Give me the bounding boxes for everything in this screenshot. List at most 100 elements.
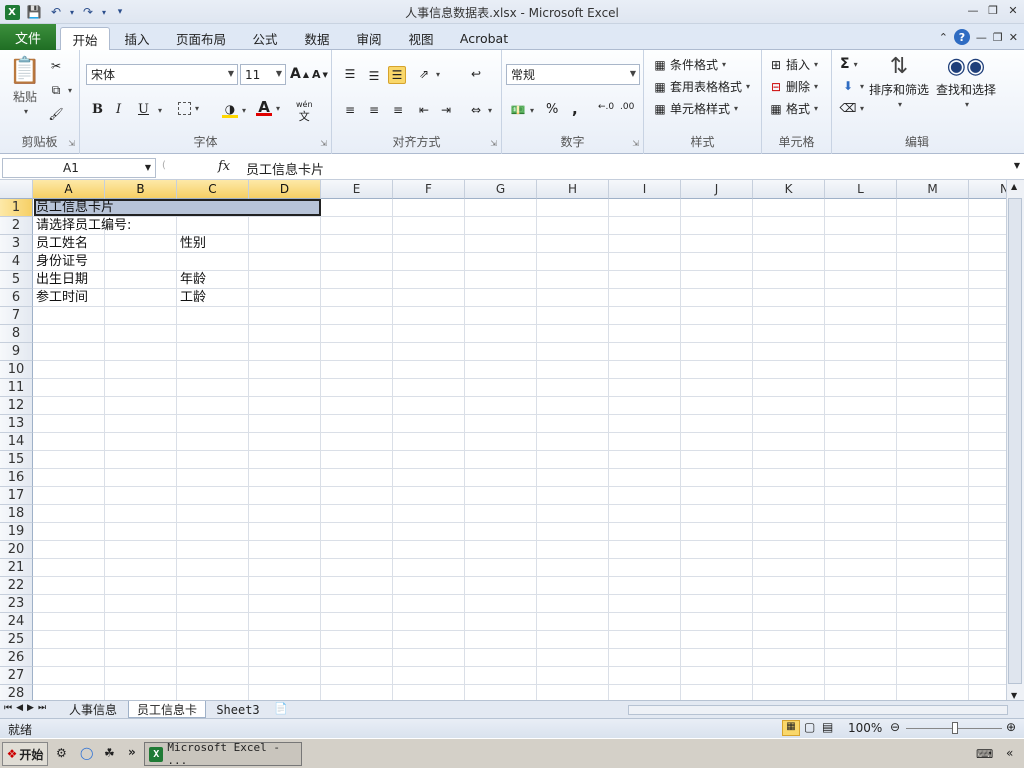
clear-button[interactable]: ⌫ ▾	[840, 100, 865, 116]
row-header-6[interactable]: 6	[0, 289, 33, 307]
cell-a4[interactable]: 身份证号	[33, 253, 88, 271]
page-layout-view-icon[interactable]: ▢	[804, 720, 815, 734]
row-header-23[interactable]: 23	[0, 595, 33, 613]
sheet-tab[interactable]: Sheet3	[210, 701, 266, 718]
font-name-select[interactable]: 宋体 ▼	[86, 64, 238, 85]
row-header-14[interactable]: 14	[0, 433, 33, 451]
autosum-button[interactable]: Σ ▾	[840, 56, 858, 72]
fill-button[interactable]: ⬇ ▾	[840, 78, 864, 94]
column-header-a[interactable]: A	[33, 180, 105, 199]
expand-formula-bar-icon[interactable]: ▼	[1014, 161, 1020, 170]
zoom-in-icon[interactable]: ⊕	[1006, 720, 1016, 734]
column-header-l[interactable]: L	[825, 180, 897, 199]
row-header-2[interactable]: 2	[0, 217, 33, 235]
doc-restore-icon[interactable]: ❐	[993, 31, 1003, 44]
zoom-level[interactable]: 100%	[848, 721, 882, 735]
row-header-9[interactable]: 9	[0, 343, 33, 361]
row-header-12[interactable]: 12	[0, 397, 33, 415]
align-left-button[interactable]: ≡	[342, 102, 358, 118]
formula-bar-resizer[interactable]: (	[162, 160, 166, 171]
align-bottom-button[interactable]: ☰	[388, 66, 406, 84]
tab-view[interactable]: 视图	[398, 27, 444, 50]
cell-a6[interactable]: 参工时间	[33, 289, 88, 307]
align-center-button[interactable]: ≡	[366, 102, 382, 118]
format-painter-button[interactable]: 🖌	[48, 106, 64, 122]
align-right-button[interactable]: ≡	[390, 102, 406, 118]
column-header-d[interactable]: D	[249, 180, 321, 199]
tab-page-layout[interactable]: 页面布局	[168, 27, 234, 50]
column-header-m[interactable]: M	[897, 180, 969, 199]
vertical-scrollbar[interactable]: ▲ ▼	[1006, 180, 1024, 702]
increase-indent-button[interactable]: ⇥	[438, 102, 454, 118]
normal-view-icon[interactable]: ▦	[782, 720, 800, 736]
fill-color-button[interactable]: ◑ ▾	[222, 102, 246, 118]
insert-function-button[interactable]: fx	[218, 159, 230, 174]
column-header-g[interactable]: G	[465, 180, 537, 199]
cell-c6[interactable]: 工龄	[177, 289, 206, 307]
row-header-27[interactable]: 27	[0, 667, 33, 685]
row-header-11[interactable]: 11	[0, 379, 33, 397]
font-size-select[interactable]: 11 ▼	[240, 64, 286, 85]
sheet-tab[interactable]: 人事信息	[60, 701, 126, 718]
help-icon[interactable]: ?	[953, 29, 970, 45]
cut-button[interactable]: ✂	[48, 58, 64, 74]
minimize-ribbon-icon[interactable]: ⌃	[939, 31, 948, 44]
dialog-launcher-icon[interactable]: ⇲	[632, 139, 639, 148]
row-header-10[interactable]: 10	[0, 361, 33, 379]
row-header-22[interactable]: 22	[0, 577, 33, 595]
row-header-16[interactable]: 16	[0, 469, 33, 487]
dialog-launcher-icon[interactable]: ⇲	[490, 139, 497, 148]
cell-a2[interactable]: 请选择员工编号:	[33, 217, 131, 235]
row-header-18[interactable]: 18	[0, 505, 33, 523]
insert-cells-button[interactable]: ⊞ 插入 ▾	[768, 56, 818, 73]
cell-a1[interactable]: 员工信息卡片	[33, 199, 114, 217]
cell-c3[interactable]: 性别	[177, 235, 206, 253]
tray-expand-icon[interactable]: «	[1006, 746, 1013, 760]
quicklaunch-icon[interactable]: ⚙	[56, 746, 67, 760]
scroll-up-icon[interactable]: ▲	[1011, 182, 1017, 191]
keyboard-tray-icon[interactable]: ⌨	[976, 747, 993, 761]
row-header-3[interactable]: 3	[0, 235, 33, 253]
merge-center-button[interactable]: ⇔ ▾	[468, 102, 492, 118]
font-color-button[interactable]: A ▾	[256, 98, 280, 116]
row-header-20[interactable]: 20	[0, 541, 33, 559]
shrink-font-button[interactable]: A ▼	[312, 68, 328, 81]
sort-filter-button[interactable]: ⇅ 排序和筛选 ▾	[868, 54, 930, 109]
horizontal-scrollbar[interactable]	[628, 705, 1008, 715]
quicklaunch-icon-2[interactable]: ☘	[104, 746, 115, 760]
increase-decimal-button[interactable]: ←.0	[598, 102, 614, 112]
doc-minimize-icon[interactable]: —	[976, 31, 987, 44]
sheet-nav-icons[interactable]: ⏮◀▶⏭	[4, 703, 50, 713]
scroll-thumb[interactable]	[1008, 198, 1022, 684]
tab-acrobat[interactable]: Acrobat	[452, 27, 516, 50]
column-header-n[interactable]: N	[969, 180, 1008, 199]
number-format-select[interactable]: 常规 ▼	[506, 64, 640, 85]
column-header-b[interactable]: B	[105, 180, 177, 199]
cell-a3[interactable]: 员工姓名	[33, 235, 88, 253]
comma-button[interactable]: ,	[572, 100, 578, 118]
italic-button[interactable]: I	[116, 102, 121, 117]
phonetic-button[interactable]: wén 文	[296, 100, 313, 122]
insert-sheet-icon[interactable]: 📄	[274, 702, 288, 715]
paste-button[interactable]: 📋 粘贴 ▾	[8, 56, 42, 116]
align-middle-button[interactable]: ☰	[366, 68, 382, 84]
worksheet-grid[interactable]: A B C D E F G H I J K L M N 1 2 3 4 5 6 7 8 9 10 11 12 13 14 15 16 17 1…	[0, 180, 1008, 702]
cell-c5[interactable]: 年龄	[177, 271, 206, 289]
tab-data[interactable]: 数据	[294, 27, 340, 50]
format-cells-button[interactable]: ▦ 格式 ▾	[768, 100, 818, 117]
name-box[interactable]: A1 ▼	[2, 158, 156, 178]
accounting-format-button[interactable]: 💵 ▾	[510, 102, 535, 118]
dialog-launcher-icon[interactable]: ⇲	[320, 139, 327, 148]
row-header-8[interactable]: 8	[0, 325, 33, 343]
row-header-15[interactable]: 15	[0, 451, 33, 469]
tab-file[interactable]: 文件	[0, 24, 56, 50]
align-top-button[interactable]: ☰	[342, 66, 358, 82]
restore-icon[interactable]: ❐	[986, 3, 1000, 17]
bold-button[interactable]: B	[92, 102, 103, 117]
row-header-1[interactable]: 1	[0, 199, 33, 217]
row-header-5[interactable]: 5	[0, 271, 33, 289]
minimize-icon[interactable]: —	[966, 3, 980, 17]
column-header-c[interactable]: C	[177, 180, 249, 199]
row-header-7[interactable]: 7	[0, 307, 33, 325]
select-all-corner[interactable]	[0, 180, 33, 199]
